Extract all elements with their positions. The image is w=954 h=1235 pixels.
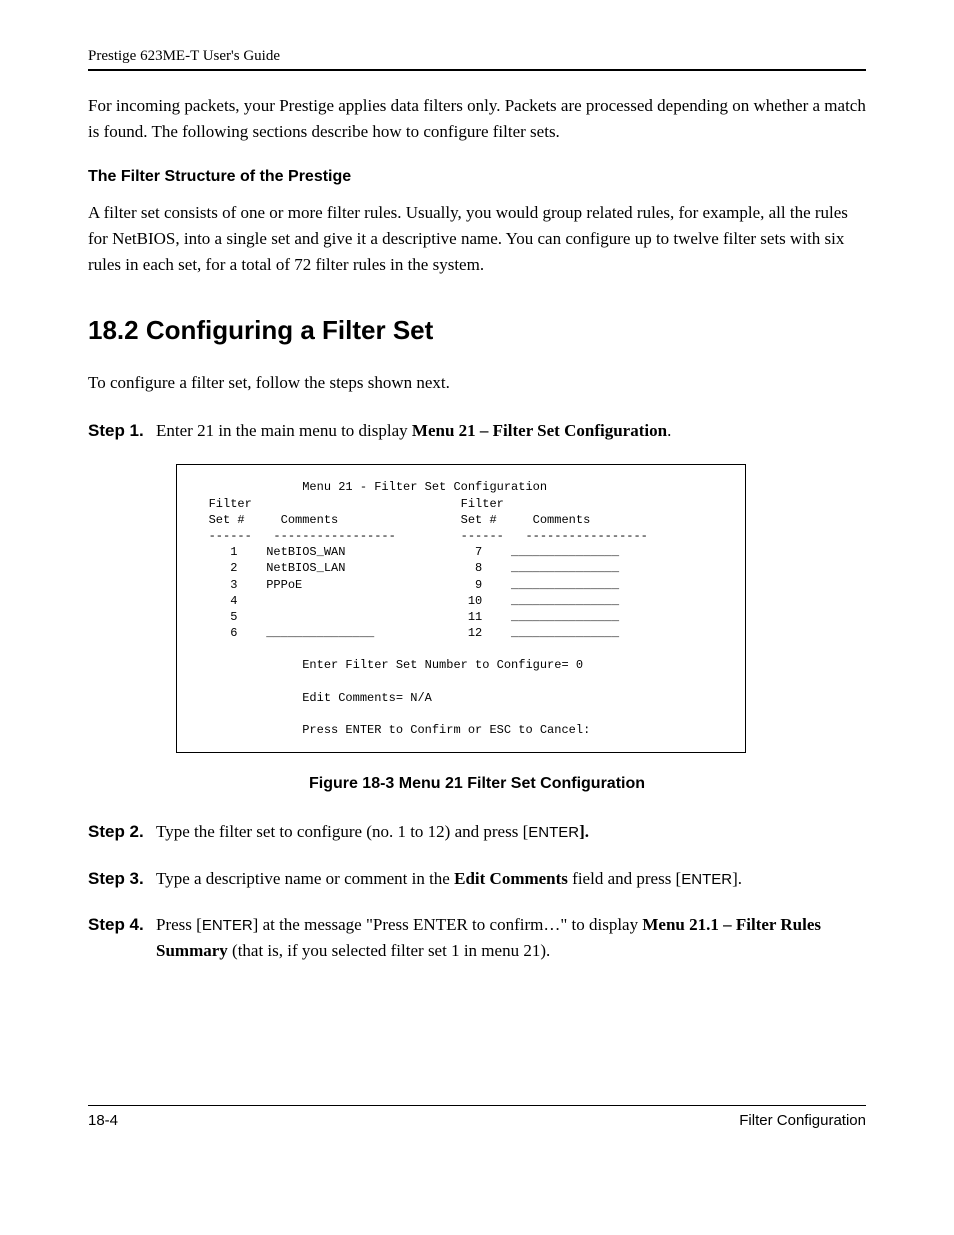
step-4: Step 4. Press [ENTER] at the message "Pr… [88, 912, 866, 965]
section-intro: To configure a filter set, follow the st… [88, 370, 866, 396]
step-content: Type the filter set to configure (no. 1 … [156, 819, 866, 845]
step-3: Step 3. Type a descriptive name or comme… [88, 866, 866, 892]
steps-list: Step 1. Enter 21 in the main menu to dis… [88, 418, 866, 965]
step-content: Type a descriptive name or comment in th… [156, 866, 866, 892]
subsection-paragraph: A filter set consists of one or more fil… [88, 200, 866, 279]
page-footer: 18-4 Filter Configuration [88, 1105, 866, 1129]
footer-section-name: Filter Configuration [739, 1112, 866, 1129]
step-1: Step 1. Enter 21 in the main menu to dis… [88, 418, 866, 444]
subsection-title: The Filter Structure of the Prestige [88, 168, 866, 186]
step-label: Step 4. [88, 912, 156, 965]
page-number: 18-4 [88, 1112, 118, 1129]
terminal-screenshot: Menu 21 - Filter Set Configuration Filte… [176, 464, 746, 753]
running-header: Prestige 623ME-T User's Guide [88, 48, 866, 71]
step-label: Step 3. [88, 866, 156, 892]
step-label: Step 1. [88, 418, 156, 444]
step-content: Enter 21 in the main menu to display Men… [156, 418, 866, 444]
intro-paragraph: For incoming packets, your Prestige appl… [88, 93, 866, 146]
figure-caption: Figure 18-3 Menu 21 Filter Set Configura… [88, 775, 866, 793]
step-label: Step 2. [88, 819, 156, 845]
step-content: Press [ENTER] at the message "Press ENTE… [156, 912, 866, 965]
step-2: Step 2. Type the filter set to configure… [88, 819, 866, 845]
section-title: 18.2 Configuring a Filter Set [88, 315, 866, 346]
